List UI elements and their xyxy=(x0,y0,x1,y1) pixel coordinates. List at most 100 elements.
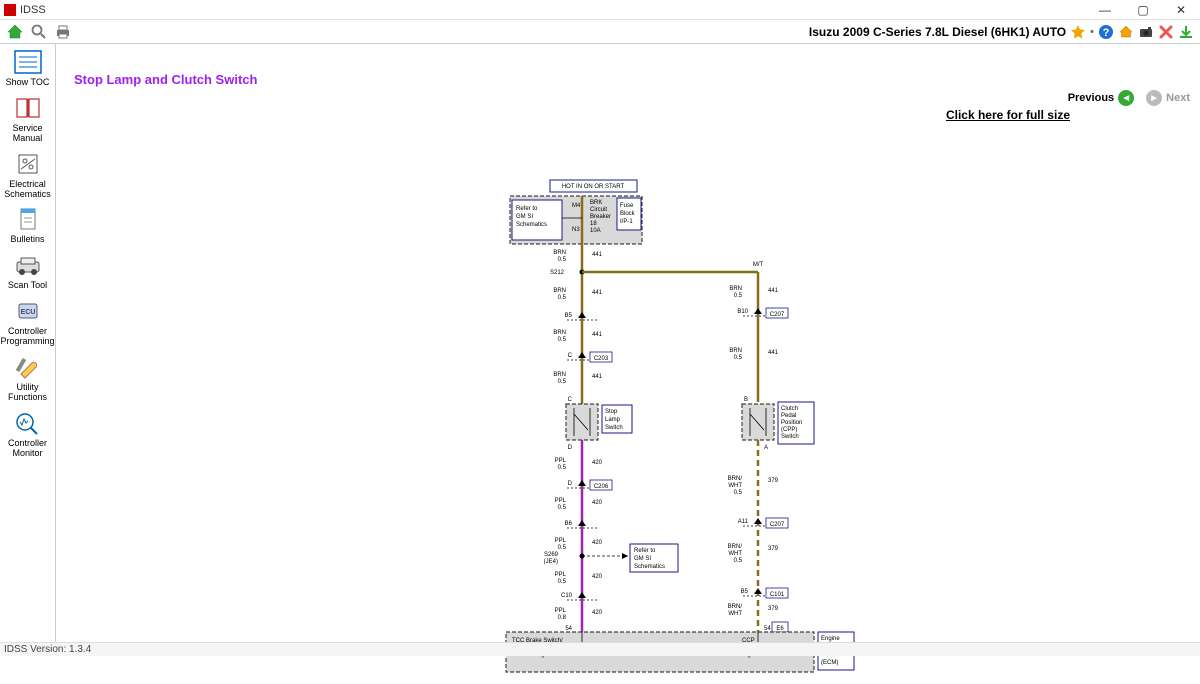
sidebar-item-label: Show TOC xyxy=(6,78,50,88)
title-bar: IDSS — ▢ ✕ xyxy=(0,0,1200,20)
sidebar-item-scan-tool[interactable]: Scan Tool xyxy=(1,249,55,295)
sidebar-item-controller-programming[interactable]: ECU Controller Programming xyxy=(1,295,55,351)
camera-icon[interactable] xyxy=(1138,24,1154,40)
home-small-icon[interactable] xyxy=(1118,24,1134,40)
scan-tool-icon xyxy=(12,251,44,279)
svg-text:C207: C207 xyxy=(770,312,785,318)
download-icon[interactable] xyxy=(1178,24,1194,40)
svg-text:0.5: 0.5 xyxy=(558,257,567,263)
ecu-icon: ECU xyxy=(12,297,44,325)
svg-text:0.5: 0.5 xyxy=(558,465,567,471)
svg-text:A: A xyxy=(764,445,768,451)
print-icon xyxy=(54,23,72,41)
next-arrow-icon: ► xyxy=(1146,90,1162,106)
home-icon xyxy=(6,23,24,41)
svg-text:0.5: 0.5 xyxy=(558,379,567,385)
separator-dot: • xyxy=(1090,26,1094,38)
svg-text:BRN: BRN xyxy=(553,330,566,336)
svg-text:PPL: PPL xyxy=(555,572,567,578)
svg-text:A11: A11 xyxy=(738,519,749,525)
previous-button[interactable]: Previous ◄ xyxy=(1068,90,1134,106)
search-button[interactable] xyxy=(28,22,50,42)
maximize-button[interactable]: ▢ xyxy=(1124,0,1162,20)
svg-text:54: 54 xyxy=(764,626,771,632)
svg-text:441: 441 xyxy=(592,374,603,380)
next-button[interactable]: ► Next xyxy=(1146,90,1190,106)
svg-text:B10: B10 xyxy=(737,309,748,315)
app-icon xyxy=(4,4,16,16)
svg-text:HOT IN ON OR START: HOT IN ON OR START xyxy=(562,184,625,190)
favorite-star-icon[interactable] xyxy=(1070,24,1086,40)
svg-text:0.5: 0.5 xyxy=(558,295,567,301)
svg-text:BRN/WHT: BRN/WHT xyxy=(728,604,743,617)
print-button[interactable] xyxy=(52,22,74,42)
svg-text:S269(JE4): S269(JE4) xyxy=(544,552,559,565)
sidebar-item-label: Controller Monitor xyxy=(1,439,55,459)
svg-text:C101: C101 xyxy=(770,592,785,598)
nav-next-label: Next xyxy=(1166,92,1190,104)
sidebar-item-label: Scan Tool xyxy=(8,281,47,291)
sidebar-item-controller-monitor[interactable]: Controller Monitor xyxy=(1,407,55,463)
svg-text:C206: C206 xyxy=(594,484,609,490)
svg-text:420: 420 xyxy=(592,460,603,466)
svg-text:379: 379 xyxy=(768,546,779,552)
svg-text:0.8: 0.8 xyxy=(558,615,567,621)
fullsize-link[interactable]: Click here for full size xyxy=(946,108,1070,122)
svg-text:0.5: 0.5 xyxy=(558,337,567,343)
svg-text:S212: S212 xyxy=(550,270,565,276)
sidebar-item-label: Controller Programming xyxy=(0,327,54,347)
svg-text:0.5: 0.5 xyxy=(558,579,567,585)
svg-text:D: D xyxy=(568,445,573,451)
monitor-icon xyxy=(12,409,44,437)
sidebar-item-service-manual[interactable]: Service Manual xyxy=(1,92,55,148)
svg-text:?: ? xyxy=(1103,27,1110,39)
previous-arrow-icon: ◄ xyxy=(1118,90,1134,106)
svg-text:C10: C10 xyxy=(561,593,573,599)
svg-text:0.5: 0.5 xyxy=(558,545,567,551)
svg-text:441: 441 xyxy=(768,288,779,294)
sidebar-item-label: Bulletins xyxy=(10,235,44,245)
sidebar-item-bulletins[interactable]: Bulletins xyxy=(1,203,55,249)
svg-text:379: 379 xyxy=(768,606,779,612)
sidebar-item-label: Service Manual xyxy=(1,124,55,144)
svg-text:B5: B5 xyxy=(565,313,573,319)
utility-icon xyxy=(12,353,44,381)
svg-text:BRN: BRN xyxy=(553,250,566,256)
sidebar-item-show-toc[interactable]: Show TOC xyxy=(1,46,55,92)
sidebar-item-electrical-schematics[interactable]: Electrical Schematics xyxy=(1,148,55,204)
sidebar: Show TOC Service Manual Electrical Schem… xyxy=(0,44,56,642)
svg-text:0.5: 0.5 xyxy=(734,293,743,299)
svg-text:PPL: PPL xyxy=(555,458,567,464)
delete-x-icon[interactable] xyxy=(1158,24,1174,40)
svg-text:PPL: PPL xyxy=(555,538,567,544)
nav-previous-label: Previous xyxy=(1068,92,1114,104)
svg-text:0.5: 0.5 xyxy=(734,558,743,564)
toc-icon xyxy=(12,48,44,76)
svg-text:420: 420 xyxy=(592,610,603,616)
svg-text:D: D xyxy=(568,481,573,487)
svg-text:441: 441 xyxy=(768,350,779,356)
help-icon[interactable]: ? xyxy=(1098,24,1114,40)
svg-text:C: C xyxy=(568,397,573,403)
sidebar-item-label: Utility Functions xyxy=(1,383,55,403)
svg-text:0.5: 0.5 xyxy=(734,490,743,496)
svg-text:PPL: PPL xyxy=(555,608,567,614)
home-button[interactable] xyxy=(4,22,26,42)
svg-text:B: B xyxy=(744,397,748,403)
svg-text:BRN/WHT: BRN/WHT xyxy=(728,544,743,557)
svg-text:379: 379 xyxy=(768,478,779,484)
svg-text:C203: C203 xyxy=(594,356,609,362)
schematic-diagram: HOT IN ON OR START Refer toGM SISchemati… xyxy=(112,174,872,684)
svg-text:M4: M4 xyxy=(572,203,581,209)
page-title: Stop Lamp and Clutch Switch xyxy=(74,72,257,87)
content-area: Previous ◄ ► Next Stop Lamp and Clutch S… xyxy=(56,44,1200,642)
svg-text:E6: E6 xyxy=(776,626,784,632)
app-title: IDSS xyxy=(20,4,46,16)
minimize-button[interactable]: — xyxy=(1086,0,1124,20)
version-label: IDSS Version: 1.3.4 xyxy=(4,644,91,655)
close-button[interactable]: ✕ xyxy=(1162,0,1200,20)
svg-text:PPL: PPL xyxy=(555,498,567,504)
svg-text:C207: C207 xyxy=(770,522,785,528)
sidebar-item-utility-functions[interactable]: Utility Functions xyxy=(1,351,55,407)
sidebar-item-label: Electrical Schematics xyxy=(1,180,55,200)
